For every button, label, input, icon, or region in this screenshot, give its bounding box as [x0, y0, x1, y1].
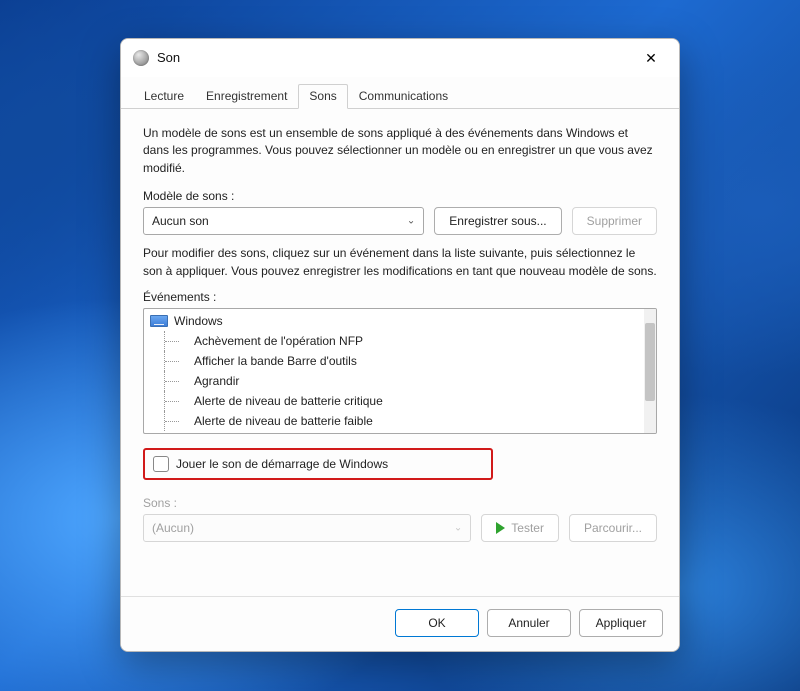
- events-root-label: Windows: [174, 314, 223, 328]
- tab-content: Un modèle de sons est un ensemble de son…: [121, 109, 679, 596]
- scheme-value: Aucun son: [152, 214, 209, 228]
- event-item[interactable]: Achèvement de l'opération NFP: [144, 331, 644, 351]
- ok-button[interactable]: OK: [395, 609, 479, 637]
- tab-communications[interactable]: Communications: [348, 84, 459, 109]
- chevron-down-icon: ⌄: [407, 216, 415, 227]
- sounds-select: (Aucun) ⌄: [143, 514, 471, 542]
- apply-button[interactable]: Appliquer: [579, 609, 663, 637]
- play-icon: [496, 522, 505, 534]
- events-scrollbar[interactable]: [644, 309, 656, 433]
- events-label: Événements :: [143, 290, 657, 304]
- startup-sound-label: Jouer le son de démarrage de Windows: [176, 457, 388, 471]
- test-button: Tester: [481, 514, 559, 542]
- event-item[interactable]: Alerte de niveau de batterie faible: [144, 411, 644, 431]
- window-title: Son: [157, 50, 180, 65]
- startup-sound-checkbox[interactable]: [153, 456, 169, 472]
- windows-icon: [150, 315, 168, 327]
- event-item[interactable]: Agrandir: [144, 371, 644, 391]
- delete-button: Supprimer: [572, 207, 657, 235]
- event-item[interactable]: Alerte de niveau de batterie critique: [144, 391, 644, 411]
- events-description: Pour modifier des sons, cliquez sur un é…: [143, 245, 657, 280]
- chevron-down-icon: ⌄: [454, 522, 462, 533]
- tab-lecture[interactable]: Lecture: [133, 84, 195, 109]
- scrollbar-thumb[interactable]: [645, 323, 655, 401]
- sound-dialog: Son ✕ Lecture Enregistrement Sons Commun…: [120, 38, 680, 652]
- save-as-button[interactable]: Enregistrer sous...: [434, 207, 561, 235]
- tab-strip: Lecture Enregistrement Sons Communicatio…: [121, 77, 679, 109]
- close-icon: ✕: [645, 51, 657, 65]
- scheme-label: Modèle de sons :: [143, 189, 657, 203]
- cancel-button[interactable]: Annuler: [487, 609, 571, 637]
- browse-button: Parcourir...: [569, 514, 657, 542]
- startup-sound-highlight: Jouer le son de démarrage de Windows: [143, 448, 493, 480]
- dialog-footer: OK Annuler Appliquer: [121, 596, 679, 651]
- sound-icon: [133, 50, 149, 66]
- events-listbox[interactable]: Windows Achèvement de l'opération NFP Af…: [143, 308, 657, 434]
- events-root[interactable]: Windows: [144, 311, 644, 331]
- tab-sons[interactable]: Sons: [298, 84, 347, 109]
- close-button[interactable]: ✕: [629, 43, 673, 73]
- sounds-value: (Aucun): [152, 521, 194, 535]
- titlebar: Son ✕: [121, 39, 679, 77]
- tab-enregistrement[interactable]: Enregistrement: [195, 84, 298, 109]
- event-item[interactable]: Afficher la bande Barre d'outils: [144, 351, 644, 371]
- scheme-select[interactable]: Aucun son ⌄: [143, 207, 424, 235]
- sounds-label: Sons :: [143, 496, 657, 510]
- scheme-description: Un modèle de sons est un ensemble de son…: [143, 125, 657, 177]
